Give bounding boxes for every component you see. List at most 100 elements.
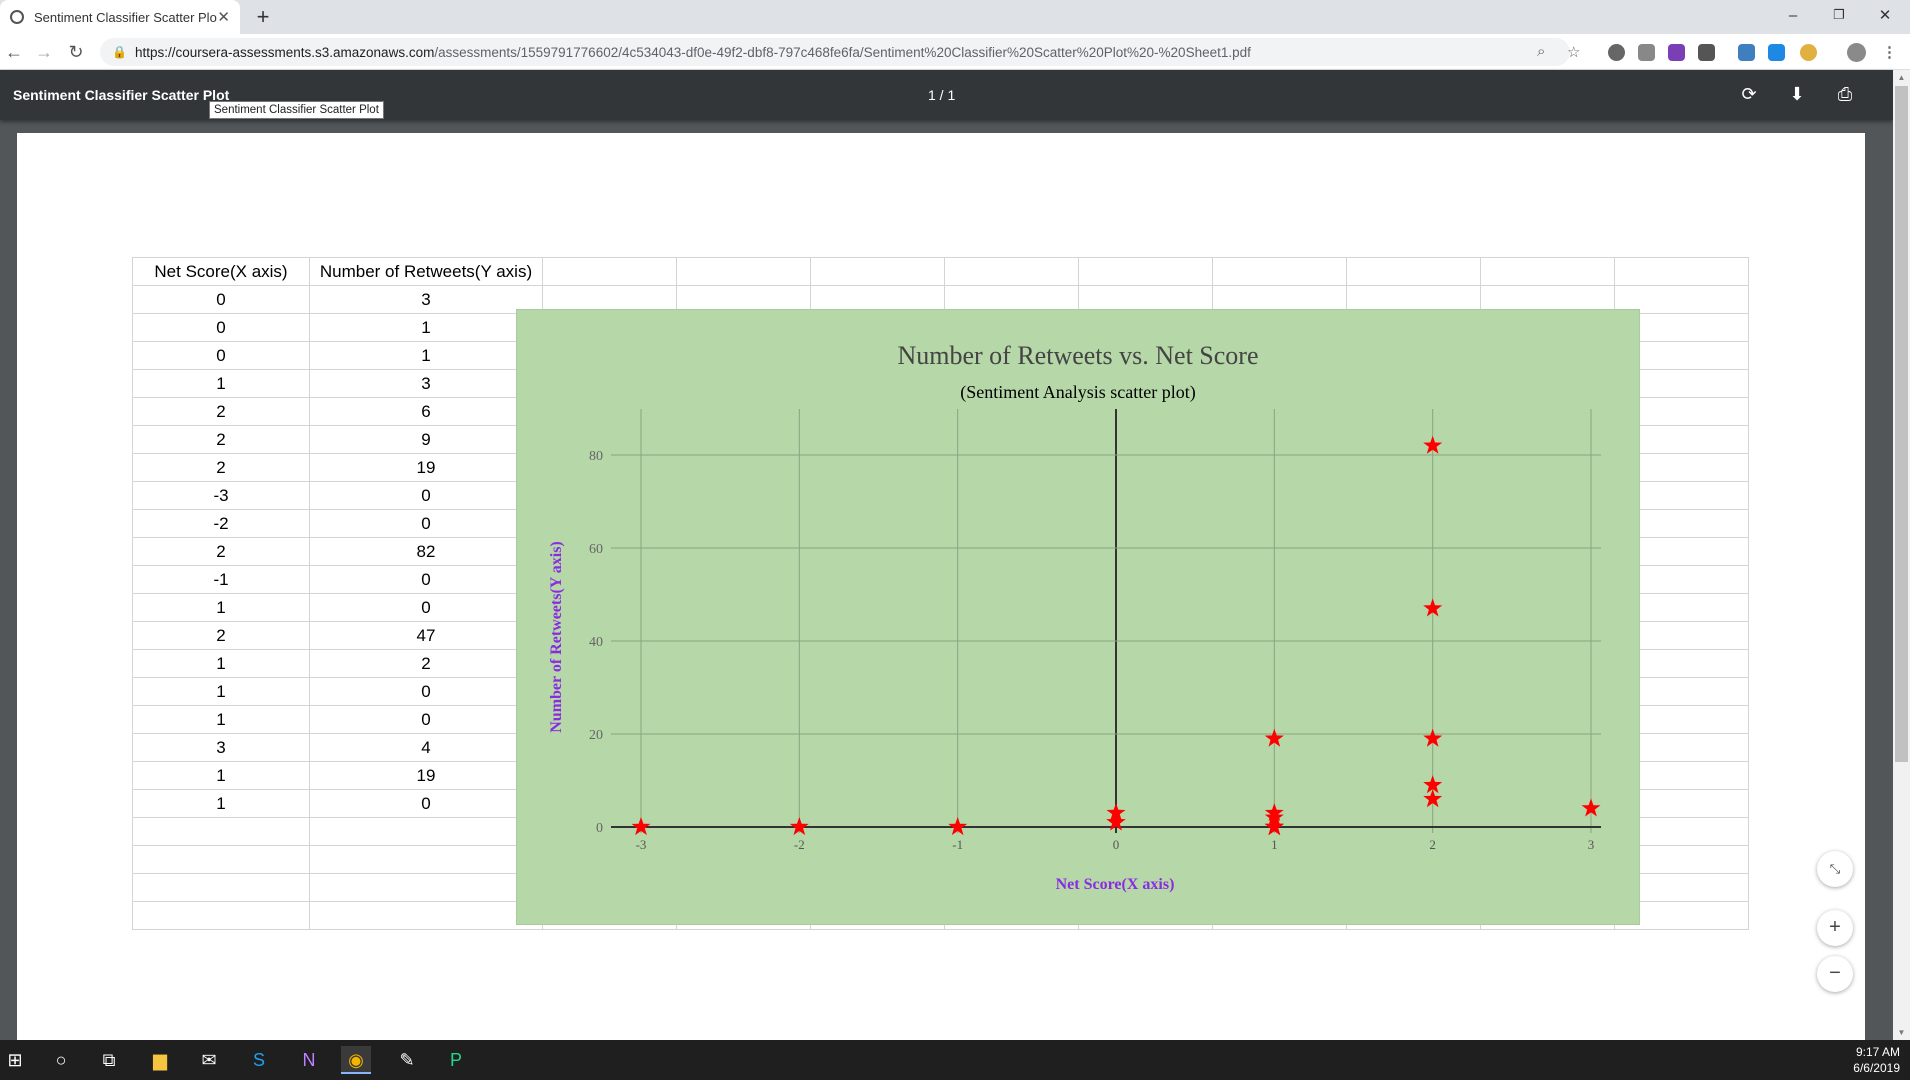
y-tick-label: 0 <box>596 821 603 836</box>
table-cell: 1 <box>132 789 310 818</box>
table-cell: 2 <box>132 397 310 426</box>
table-cell: 0 <box>309 565 543 594</box>
table-cell: 1 <box>132 705 310 734</box>
empty-cell <box>1614 257 1749 286</box>
table-cell <box>132 901 310 930</box>
x-tick-label: -1 <box>952 837 963 852</box>
table-cell: -3 <box>132 481 310 510</box>
table-cell: 6 <box>309 397 543 426</box>
x-tick-label: -2 <box>794 837 805 852</box>
table-cell: 0 <box>309 481 543 510</box>
table-cell: 1 <box>309 341 543 370</box>
tab-title: Sentiment Classifier Scatter Plot <box>34 9 218 25</box>
table-cell: 3 <box>309 285 543 314</box>
table-cell: 0 <box>309 705 543 734</box>
table-cell: 1 <box>132 593 310 622</box>
table-cell <box>132 817 310 846</box>
x-axis-label: Net Score(X axis) <box>1056 876 1175 893</box>
table-cell: 1 <box>132 761 310 790</box>
table-cell: 3 <box>132 733 310 762</box>
file-explorer-icon[interactable]: ▆ <box>145 1046 175 1074</box>
reload-button[interactable]: ↻ <box>64 40 88 64</box>
table-cell: 2 <box>132 425 310 454</box>
address-bar[interactable]: 🔒 https://coursera-assessments.s3.amazon… <box>100 38 1570 66</box>
empty-cell <box>810 257 945 286</box>
bookmark-star-icon[interactable]: ☆ <box>1567 43 1580 61</box>
page-indicator: 1 / 1 <box>928 87 956 103</box>
table-cell: 1 <box>309 313 543 342</box>
empty-cell <box>1212 257 1347 286</box>
start-windows-icon[interactable]: ⊞ <box>0 1046 30 1074</box>
window-close-button[interactable]: ✕ <box>1862 0 1908 30</box>
empty-cell <box>1078 257 1213 286</box>
table-cell: 3 <box>309 369 543 398</box>
menu-kebab-icon[interactable]: ⋮ <box>1882 43 1897 61</box>
y-tick-label: 80 <box>589 449 603 464</box>
fit-page-button[interactable]: ⤡ <box>1817 851 1853 887</box>
table-cell: 47 <box>309 621 543 650</box>
back-button[interactable]: ← <box>2 40 26 64</box>
table-cell: 0 <box>132 313 310 342</box>
minimize-button[interactable]: – <box>1770 0 1816 30</box>
scrollbar-thumb[interactable] <box>1895 86 1908 762</box>
x-tick-label: 3 <box>1588 837 1595 852</box>
table-cell: 1 <box>132 677 310 706</box>
extension-calendar-icon[interactable] <box>1738 44 1755 61</box>
table-cell: 2 <box>132 621 310 650</box>
cortana-search-icon[interactable]: ○ <box>46 1046 76 1074</box>
extension-shield-icon[interactable] <box>1638 44 1655 61</box>
extension-circle-icon[interactable] <box>1800 44 1817 61</box>
notepad-icon[interactable]: ✎ <box>392 1046 422 1074</box>
table-cell: 0 <box>309 677 543 706</box>
restore-button[interactable]: ❐ <box>1816 0 1862 30</box>
table-cell <box>309 845 543 874</box>
table-cell: -1 <box>132 565 310 594</box>
zoom-in-button[interactable]: + <box>1817 910 1853 946</box>
lock-icon: 🔒 <box>112 45 127 59</box>
table-cell: 19 <box>309 453 543 482</box>
rotate-icon[interactable]: ⟳ <box>1738 84 1760 105</box>
onenote-clipper-icon[interactable] <box>1668 44 1685 61</box>
x-tick-label: 1 <box>1271 837 1278 852</box>
vertical-scrollbar[interactable]: ▲ ▼ <box>1893 70 1910 1040</box>
chart-subtitle: (Sentiment Analysis scatter plot) <box>960 382 1195 403</box>
table-cell: 2 <box>132 453 310 482</box>
x-tick-label: 2 <box>1429 837 1436 852</box>
pycharm-icon[interactable]: P <box>441 1046 471 1074</box>
pocket-icon[interactable] <box>1698 44 1715 61</box>
pdf-title: Sentiment Classifier Scatter Plot <box>13 87 230 103</box>
system-clock[interactable]: 9:17 AM 6/6/2019 <box>1853 1044 1900 1076</box>
browser-toolbar: ← → ↻ 🔒 https://coursera-assessments.s3.… <box>0 34 1910 70</box>
x-tick-label: -3 <box>636 837 647 852</box>
onenote-icon[interactable]: N <box>294 1046 324 1074</box>
empty-cell <box>676 257 811 286</box>
scroll-up-arrow-icon[interactable]: ▲ <box>1893 70 1910 85</box>
table-cell: 2 <box>132 537 310 566</box>
empty-cell <box>1480 257 1615 286</box>
table-cell <box>309 817 543 846</box>
skype-icon[interactable]: S <box>244 1046 274 1074</box>
extension-icon[interactable] <box>1608 44 1625 61</box>
browser-tab[interactable]: Sentiment Classifier Scatter Plot ✕ <box>0 0 240 34</box>
windows-taskbar: ⊞ ○ ⧉ ▆ ✉ S N ◉ ✎ P 9:17 AM 6/6/2019 <box>0 1040 1910 1080</box>
print-icon[interactable]: ⎙ <box>1834 84 1856 105</box>
scroll-down-arrow-icon[interactable]: ▼ <box>1893 1025 1910 1040</box>
table-cell: 4 <box>309 733 543 762</box>
zoom-icon[interactable]: ⌕ <box>1537 43 1545 60</box>
empty-cell <box>1346 257 1481 286</box>
url-path: /assessments/1559791776602/4c534043-df0e… <box>434 44 1251 60</box>
profile-avatar[interactable] <box>1847 43 1866 62</box>
chrome-taskbar-icon[interactable]: ◉ <box>341 1046 371 1074</box>
download-icon[interactable]: ⬇ <box>1786 84 1808 105</box>
task-view-icon[interactable]: ⧉ <box>94 1046 124 1074</box>
empty-cell <box>944 257 1079 286</box>
mail-icon[interactable]: ✉ <box>194 1046 224 1074</box>
new-tab-button[interactable]: + <box>250 4 276 30</box>
table-cell: 0 <box>132 341 310 370</box>
scatter-chart: Number of Retweets vs. Net Score (Sentim… <box>516 309 1640 925</box>
tab-close-button[interactable]: ✕ <box>217 8 230 26</box>
forward-button[interactable]: → <box>32 40 56 64</box>
zoom-out-button[interactable]: − <box>1817 956 1853 992</box>
table-cell: 2 <box>309 649 543 678</box>
extension-window-icon[interactable] <box>1768 44 1785 61</box>
